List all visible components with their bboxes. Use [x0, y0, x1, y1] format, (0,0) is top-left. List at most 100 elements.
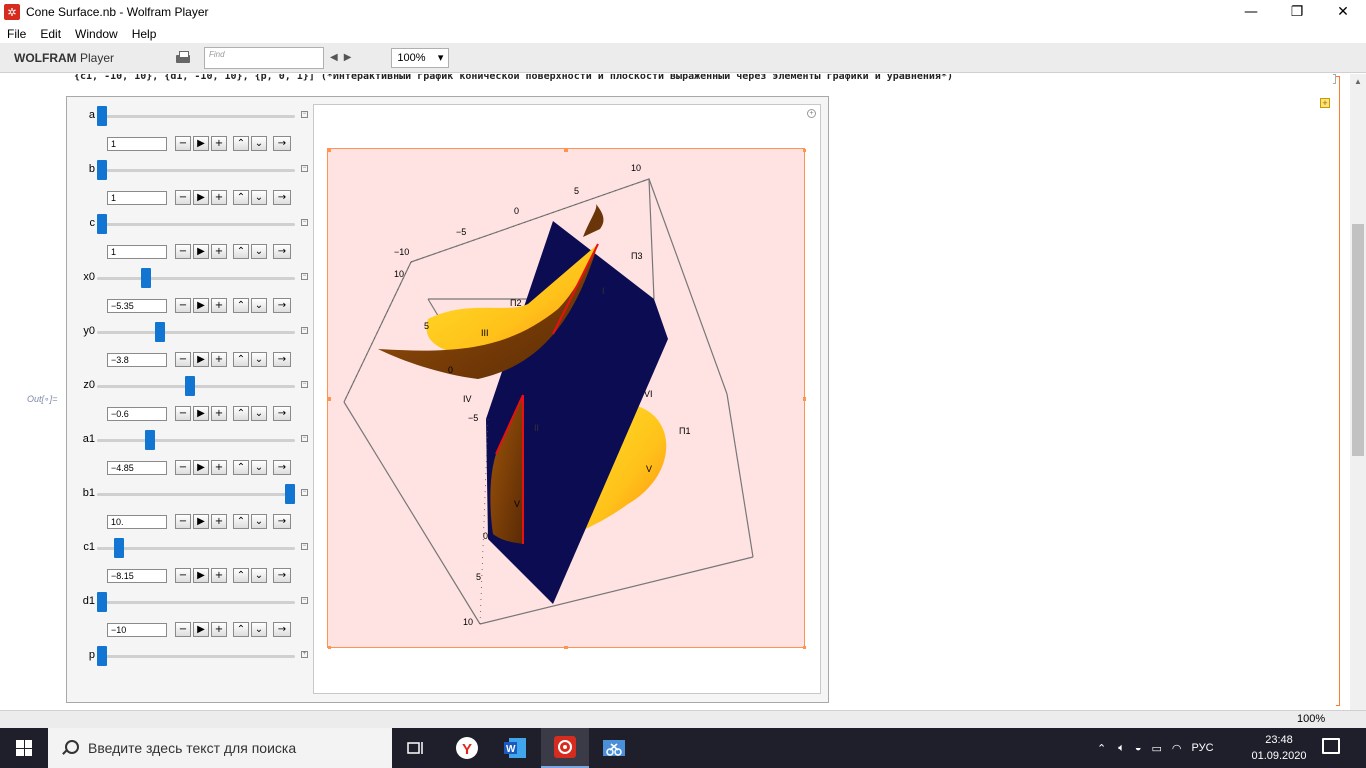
decrement-button[interactable]: −	[175, 136, 191, 151]
decrement-button[interactable]: −	[175, 298, 191, 313]
play-button[interactable]: ▶	[193, 514, 209, 529]
value-field-c1[interactable]: −8.15	[107, 569, 167, 583]
scroll-up-icon[interactable]: ▲	[1350, 74, 1366, 90]
menu-edit[interactable]: Edit	[33, 27, 68, 41]
play-button[interactable]: ▶	[193, 352, 209, 367]
play-button[interactable]: ▶	[193, 298, 209, 313]
slider-track-p[interactable]	[97, 655, 295, 658]
increment-button[interactable]: +	[211, 136, 227, 151]
play-button[interactable]: ▶	[193, 244, 209, 259]
value-field-b1[interactable]: 10.	[107, 515, 167, 529]
increment-button[interactable]: +	[211, 568, 227, 583]
slower-button[interactable]: ⌄	[251, 406, 267, 421]
print-icon[interactable]	[174, 50, 192, 66]
start-button[interactable]	[0, 728, 48, 768]
value-field-z0[interactable]: −0.6	[107, 407, 167, 421]
3d-plot[interactable]: 10 5 0 −5 −10 10 5 0 −5 0 5 10 П2 П3 III…	[327, 148, 806, 649]
slider-track-a[interactable]	[97, 115, 295, 118]
collapse-control-icon[interactable]: −	[301, 597, 308, 604]
collapse-control-icon[interactable]: −	[301, 111, 308, 118]
yandex-browser-icon[interactable]: Y	[443, 728, 491, 768]
slider-thumb-p[interactable]	[97, 646, 107, 666]
direction-button[interactable]: →	[273, 298, 291, 313]
faster-button[interactable]: ⌃	[233, 298, 249, 313]
faster-button[interactable]: ⌃	[233, 622, 249, 637]
collapse-control-icon[interactable]: −	[301, 327, 308, 334]
word-icon[interactable]: W	[491, 728, 539, 768]
decrement-button[interactable]: −	[175, 190, 191, 205]
status-zoom[interactable]: 100%	[1297, 713, 1325, 725]
collapse-control-icon[interactable]: −	[301, 489, 308, 496]
decrement-button[interactable]: −	[175, 568, 191, 583]
faster-button[interactable]: ⌃	[233, 568, 249, 583]
notifications-icon[interactable]	[1322, 738, 1340, 754]
direction-button[interactable]: →	[273, 136, 291, 151]
increment-button[interactable]: +	[211, 298, 227, 313]
collapse-control-icon[interactable]: −	[301, 165, 308, 172]
collapse-control-icon[interactable]: −	[301, 381, 308, 388]
slider-thumb-a[interactable]	[97, 106, 107, 126]
direction-button[interactable]: →	[273, 460, 291, 475]
taskbar-search[interactable]: Введите здесь текст для поиска	[48, 728, 392, 768]
faster-button[interactable]: ⌃	[233, 352, 249, 367]
chevron-up-icon[interactable]: ⌃	[1097, 742, 1106, 755]
volume-icon[interactable]: 🔈︎	[1118, 742, 1125, 755]
expand-control-icon[interactable]: +	[301, 651, 308, 658]
collapse-control-icon[interactable]: −	[301, 543, 308, 550]
decrement-button[interactable]: −	[175, 244, 191, 259]
direction-button[interactable]: →	[273, 406, 291, 421]
decrement-button[interactable]: −	[175, 352, 191, 367]
increment-button[interactable]: +	[211, 244, 227, 259]
value-field-c[interactable]: 1	[107, 245, 167, 259]
direction-button[interactable]: →	[273, 352, 291, 367]
play-button[interactable]: ▶	[193, 568, 209, 583]
slower-button[interactable]: ⌄	[251, 352, 267, 367]
slider-track-z0[interactable]	[97, 385, 295, 388]
play-button[interactable]: ▶	[193, 136, 209, 151]
value-field-y0[interactable]: −3.8	[107, 353, 167, 367]
faster-button[interactable]: ⌃	[233, 406, 249, 421]
collapse-control-icon[interactable]: −	[301, 219, 308, 226]
find-next-icon[interactable]: ▶	[344, 52, 352, 63]
menu-file[interactable]: File	[0, 27, 33, 41]
direction-button[interactable]: →	[273, 568, 291, 583]
slider-thumb-b1[interactable]	[285, 484, 295, 504]
faster-button[interactable]: ⌃	[233, 460, 249, 475]
slower-button[interactable]: ⌄	[251, 190, 267, 205]
increment-button[interactable]: +	[211, 352, 227, 367]
value-field-d1[interactable]: −10	[107, 623, 167, 637]
slider-track-c[interactable]	[97, 223, 295, 226]
battery-icon[interactable]: ▭	[1151, 742, 1161, 755]
slider-thumb-d1[interactable]	[97, 592, 107, 612]
slider-thumb-b[interactable]	[97, 160, 107, 180]
decrement-button[interactable]: −	[175, 406, 191, 421]
faster-button[interactable]: ⌃	[233, 514, 249, 529]
task-view-icon[interactable]	[392, 728, 440, 768]
close-button[interactable]: ✕	[1320, 0, 1366, 24]
slider-track-b1[interactable]	[97, 493, 295, 496]
slider-thumb-z0[interactable]	[185, 376, 196, 396]
network-icon[interactable]: ◒	[1135, 742, 1142, 754]
slider-thumb-c[interactable]	[97, 214, 107, 234]
slider-thumb-y0[interactable]	[155, 322, 166, 342]
decrement-button[interactable]: −	[175, 514, 191, 529]
find-previous-icon[interactable]: ◀	[330, 52, 338, 63]
increment-button[interactable]: +	[211, 622, 227, 637]
slider-thumb-c1[interactable]	[114, 538, 125, 558]
slider-track-a1[interactable]	[97, 439, 295, 442]
menu-window[interactable]: Window	[68, 27, 125, 41]
menu-help[interactable]: Help	[125, 27, 164, 41]
slider-track-y0[interactable]	[97, 331, 295, 334]
direction-button[interactable]: →	[273, 244, 291, 259]
slower-button[interactable]: ⌄	[251, 298, 267, 313]
wifi-icon[interactable]: ◠	[1172, 742, 1182, 755]
slower-button[interactable]: ⌄	[251, 514, 267, 529]
decrement-button[interactable]: −	[175, 622, 191, 637]
slider-track-d1[interactable]	[97, 601, 295, 604]
output-cell-bracket[interactable]	[1336, 76, 1340, 706]
clock[interactable]: 23:48 01.09.2020	[1248, 732, 1310, 764]
language-indicator[interactable]: РУС	[1192, 742, 1214, 754]
slider-thumb-x0[interactable]	[140, 268, 151, 288]
direction-button[interactable]: →	[273, 622, 291, 637]
value-field-x0[interactable]: −5.35	[107, 299, 167, 313]
